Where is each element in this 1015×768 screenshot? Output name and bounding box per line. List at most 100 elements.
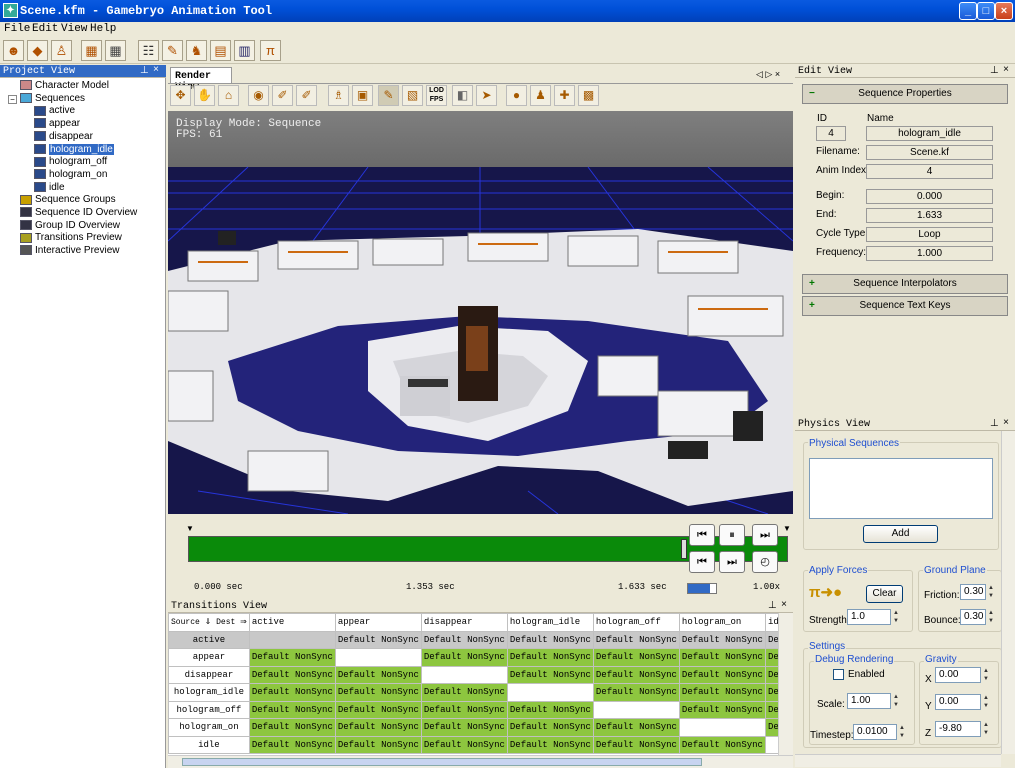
transition-cell[interactable]: Default NonSync [420,648,508,667]
transition-cell[interactable]: Default NonSync [334,735,422,754]
bulb-icon[interactable]: ● [506,85,527,106]
row-header[interactable]: hologram_on [168,718,250,737]
step-forward-button[interactable]: ⏭ [719,551,745,573]
enabled-checkbox[interactable] [833,669,844,680]
transition-cell[interactable]: Default NonSync [334,683,422,702]
tree-item-13[interactable]: Interactive Preview [20,245,119,256]
menu-file[interactable]: File [4,23,30,35]
transition-cell[interactable]: Default NonSync [248,648,336,667]
speed-slider[interactable] [687,583,717,594]
tab-nav-icon[interactable]: ◁ ▷ × [756,69,780,80]
transitions-vscroll[interactable] [778,613,793,755]
close-panel-icon[interactable]: × [1003,65,1009,76]
transition-cell[interactable]: Default NonSync [420,683,508,702]
sequence-text-keys-header[interactable]: + Sequence Text Keys [802,296,1008,316]
tree-item-4[interactable]: disappear [34,131,93,142]
timestep-input[interactable]: 0.0100 [853,724,897,740]
character-icon[interactable]: ☻ [3,40,24,61]
transition-cell[interactable]: Default NonSync [592,718,680,737]
gravity-z-input[interactable]: -9.80 [935,721,981,737]
physical-sequences-list[interactable] [809,458,993,519]
grid-sequences-icon[interactable]: ▦ [81,40,102,61]
transition-cell[interactable]: Default NonSync [678,683,766,702]
transition-cell[interactable]: Defau [764,665,778,684]
cycle-type-field[interactable]: Loop [866,227,993,242]
column-header[interactable]: appear [334,613,422,632]
tree-item-6[interactable]: hologram_off [34,156,107,167]
add-button[interactable]: Add [863,525,938,543]
column-header[interactable]: hologram_idle [506,613,594,632]
transition-cell[interactable]: Defau [764,630,778,649]
transition-cell[interactable]: Default NonSync [506,648,594,667]
scale-input[interactable]: 1.00 [847,693,891,709]
column-header[interactable]: hologram_off [592,613,680,632]
maximize-button[interactable]: □ [977,2,995,20]
pin-icon[interactable]: ⊥ [990,418,999,430]
pause-button[interactable]: ⏸ [719,524,745,546]
transition-cell[interactable]: Default NonSync [248,665,336,684]
sequence-properties-header[interactable]: − Sequence Properties [802,84,1008,104]
transition-cell[interactable]: Defau [764,683,778,702]
transition-cell[interactable]: Default NonSync [506,665,594,684]
transition-cell[interactable]: Default NonSync [248,718,336,737]
tree-item-0[interactable]: Character Model [20,80,109,91]
tree-item-8[interactable]: idle [34,182,65,193]
skeleton-icon[interactable]: ♗ [328,85,349,106]
friction-input[interactable]: 0.30 [960,584,986,600]
transition-cell[interactable]: Default NonSync [506,630,594,649]
transition-cell[interactable]: Defau [764,648,778,667]
menu-view[interactable]: View [61,23,87,35]
close-panel-icon[interactable]: × [781,600,787,611]
transition-cell[interactable]: Default NonSync [248,700,336,719]
transition-cell[interactable]: Default NonSync [420,718,508,737]
transition-cell[interactable]: Default NonSync [506,700,594,719]
transition-cell[interactable]: Default NonSync [248,683,336,702]
3d-viewport[interactable]: Display Mode: Sequence FPS: 61 [168,111,793,514]
transitions-hscroll[interactable] [168,755,793,768]
tree-item-10[interactable]: Sequence ID Overview [20,207,137,218]
row-header[interactable]: hologram_off [168,700,250,719]
transition-cell[interactable]: Default NonSync [592,683,680,702]
tree-item-9[interactable]: Sequence Groups [20,194,116,205]
menu-help[interactable]: Help [90,23,116,35]
run-icon[interactable]: ♙ [51,40,72,61]
skip-start-button[interactable]: ⏮ [689,524,715,546]
clear-button[interactable]: Clear [866,585,903,603]
tree-icon[interactable]: ☷ [138,40,159,61]
scale-spinner[interactable]: ▲ ▼ [891,693,901,709]
move-icon[interactable]: ✥ [170,85,191,106]
strength-input[interactable]: 1.0 [847,609,891,625]
bounce-input[interactable]: 0.30 [960,609,986,625]
transition-cell[interactable]: Defau [764,700,778,719]
transition-cell[interactable]: Default NonSync [420,630,508,649]
wireframe-icon[interactable]: ▧ [402,85,423,106]
row-header[interactable]: idle [168,735,250,754]
list-icon[interactable]: ▥ [234,40,255,61]
timer-icon[interactable]: ◴ [752,551,778,573]
gravity-y-spinner[interactable]: ▲ ▼ [981,694,991,710]
tag-icon[interactable]: ◆ [27,40,48,61]
close-panel-icon[interactable]: × [153,65,159,76]
hand-icon[interactable]: ✋ [194,85,215,106]
tree-item-11[interactable]: Group ID Overview [20,220,120,231]
gravity-z-spinner[interactable]: ▲ ▼ [981,721,991,737]
column-header[interactable]: active [248,613,336,632]
pin-icon[interactable]: ⊥ [768,600,777,612]
transition-cell[interactable]: Defau [764,718,778,737]
camera-icon[interactable]: ◉ [248,85,269,106]
table-icon[interactable]: ▤ [210,40,231,61]
grid-groups-icon[interactable]: ▦ [105,40,126,61]
cube-icon[interactable]: ◧ [452,85,473,106]
blend-icon[interactable]: ♞ [186,40,207,61]
transition-cell[interactable]: Default NonSync [592,735,680,754]
bounds-icon[interactable]: ▣ [352,85,373,106]
row-header[interactable]: hologram_idle [168,683,250,702]
light-icon[interactable]: ✎ [378,85,399,106]
anim-index-field[interactable]: 4 [866,164,993,179]
transition-cell[interactable]: Default NonSync [334,665,422,684]
pi-icon[interactable]: π [260,40,281,61]
step-back-button[interactable]: ⏮ [689,551,715,573]
gravity-x-input[interactable]: 0.00 [935,667,981,683]
transition-edit-icon[interactable]: ✎ [162,40,183,61]
tree-item-7[interactable]: hologram_on [34,169,107,180]
